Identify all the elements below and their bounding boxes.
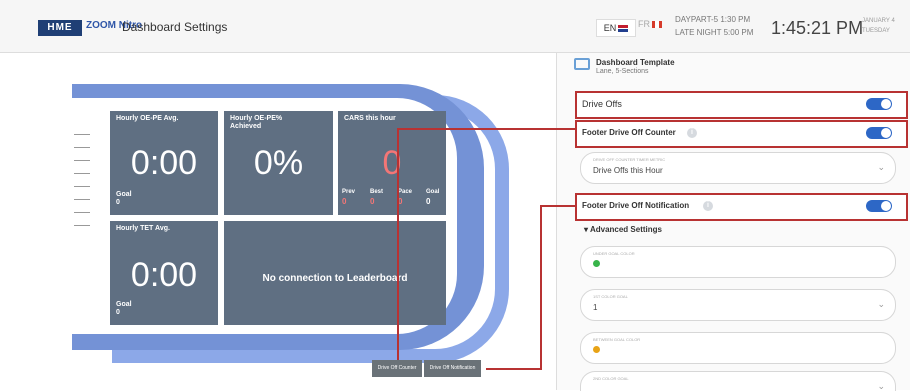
- template-subtitle: Lane, 5-Sections: [596, 68, 649, 75]
- footer-drive-off-counter-row: Footer Drive Off Counter i: [575, 120, 908, 148]
- annotation-line: [397, 128, 575, 130]
- advanced-settings-toggle[interactable]: ▾ Advanced Settings: [584, 225, 662, 234]
- canada-flag-icon: [652, 21, 662, 29]
- footer-counter-toggle[interactable]: [866, 127, 892, 139]
- us-flag-icon: [618, 25, 629, 33]
- info-icon[interactable]: i: [703, 201, 713, 211]
- annotation-line: [397, 128, 399, 360]
- date: JANUARY 4 TUESDAY: [862, 18, 895, 34]
- chevron-down-icon: ⌄: [877, 300, 885, 310]
- drive-off-notification-preview[interactable]: Drive Off Notification: [424, 360, 481, 377]
- chevron-down-icon: ⌄: [877, 382, 885, 392]
- clock: 1:45:21 PM: [771, 18, 864, 38]
- template-icon: [574, 58, 590, 70]
- oepe-avg-tile: Hourly OE-PE Avg. 0:00 Goal 0: [110, 111, 218, 215]
- chevron-down-icon: ⌄: [877, 163, 885, 173]
- green-dot-icon: [593, 260, 600, 267]
- tet-avg-tile: Hourly TET Avg. 0:00 Goal 0: [110, 221, 218, 325]
- cars-this-hour-tile: CARS this hour 0 Prev 0 Best 0 Pace 0 Goal 0: [338, 111, 446, 215]
- leaderboard-tile: No connection to Leaderboard: [224, 221, 446, 325]
- between-goal-color-field[interactable]: BETWEEN GOAL COLOR: [580, 332, 896, 364]
- info-icon[interactable]: i: [687, 128, 697, 138]
- annotation-line: [540, 205, 542, 370]
- footer-notification-toggle[interactable]: [866, 200, 892, 212]
- annotation-line: [486, 368, 542, 370]
- footer-drive-off-notification-row: Footer Drive Off Notification i: [575, 193, 908, 221]
- cars-stats: Prev 0 Best 0 Pace 0 Goal 0: [342, 189, 440, 206]
- hme-logo: HME: [38, 20, 82, 36]
- orange-dot-icon: [593, 346, 600, 353]
- language-fr-button[interactable]: FR: [638, 19, 662, 29]
- oepe-percent-tile: Hourly OE-PE% Achieved 0%: [224, 111, 333, 215]
- annotation-line: [540, 205, 575, 207]
- drive-offs-toggle[interactable]: [866, 98, 892, 110]
- first-color-goal-field[interactable]: 1ST COLOR GOAL 1 ⌄: [580, 289, 896, 321]
- page-title: Dashboard Settings: [122, 20, 228, 34]
- under-goal-color-field[interactable]: UNDER GOAL COLOR: [580, 246, 896, 278]
- counter-metric-select[interactable]: DRIVE OFF COUNTER TIMER METRIC Drive Off…: [580, 152, 896, 184]
- drive-offs-row: Drive Offs: [575, 91, 908, 119]
- template-title: Dashboard Template: [596, 58, 675, 67]
- drive-off-counter-preview[interactable]: Drive Off Counter: [372, 360, 422, 377]
- top-bar: HME ZOOM Nitro Dashboard Settings EN FR …: [0, 0, 910, 53]
- second-color-goal-field[interactable]: 2ND COLOR GOAL ⌄: [580, 371, 896, 392]
- left-ruler: [74, 122, 90, 230]
- daypart-info: DAYPART-5 1:30 PM LATE NIGHT 5:00 PM: [675, 15, 754, 37]
- language-en-button[interactable]: EN: [596, 19, 636, 37]
